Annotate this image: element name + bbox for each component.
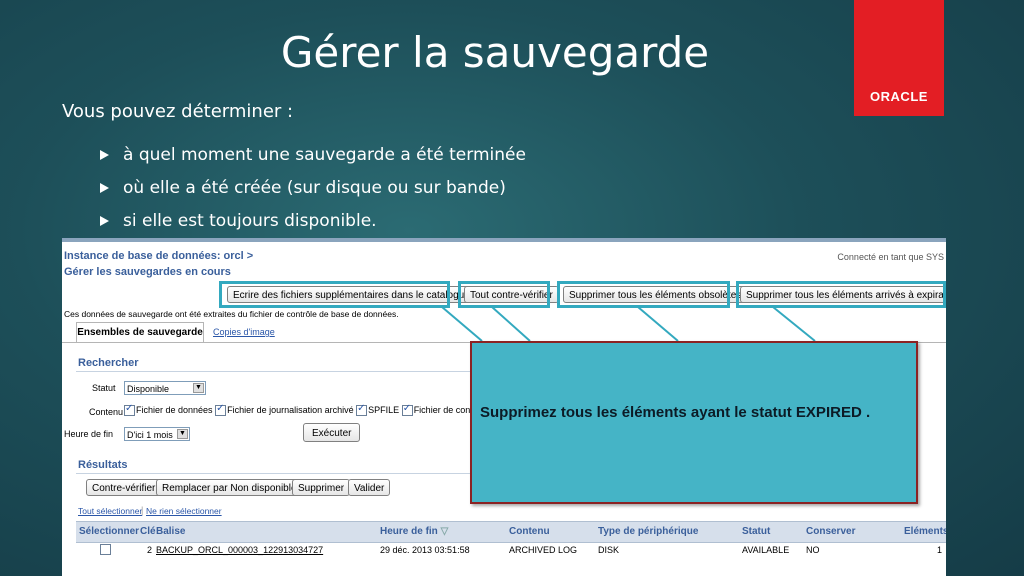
row-key: 2 [147,545,153,555]
sort-desc-icon: ▽ [440,526,449,537]
validate-button[interactable]: Valider [348,479,391,496]
crosscheck-button[interactable]: Contre-vérifier [86,479,162,496]
col-select: Sélectionner [79,526,140,537]
search-heading: Rechercher [78,357,139,369]
bullet-list: à quel moment une sauvegarde a été termi… [100,138,526,237]
col-tag[interactable]: Balise [156,526,185,537]
row-device: DISK [598,545,620,555]
col-status[interactable]: Statut [742,526,770,537]
end-time-select[interactable]: D'ici 1 mois ▼ [124,427,190,441]
bullet-arrow-icon [100,182,109,193]
results-separator [76,473,470,474]
row-keep: NO [806,545,820,555]
callout-box: Supprimez tous les éléments ayant le sta… [470,341,918,504]
col-keep[interactable]: Conserver [806,526,855,537]
row-status: AVAILABLE [742,545,790,555]
bullet-item: à quel moment une sauvegarde a été termi… [100,138,526,171]
connected-user: Connecté en tant que SYS [837,252,944,262]
status-select[interactable]: Disponible ▼ [124,381,206,395]
highlight-write-catalog [219,281,450,308]
callout-text: Supprimez tous les éléments ayant le sta… [480,404,871,421]
col-device-type[interactable]: Type de périphérique [598,526,698,537]
row-checkbox[interactable] [100,544,112,556]
results-heading: Résultats [78,459,128,471]
content-checkboxes: Fichier de données Fichier de journalisa… [124,403,488,417]
row-end-time: 29 déc. 2013 03:51:58 [380,545,470,555]
tab-image-copies[interactable]: Copies d'image [213,327,275,337]
search-separator [76,371,470,372]
link-divider: | [141,505,144,515]
bullet-item: où elle a été créée (sur disque ou sur b… [100,171,526,204]
bullet-item: si elle est toujours disponible. [100,204,526,237]
col-content[interactable]: Contenu [509,526,550,537]
content-label: Contenu [89,407,124,417]
mark-unavailable-button[interactable]: Remplacer par Non disponible [156,479,303,496]
bullet-arrow-icon [100,149,109,160]
checkbox-controlfile[interactable] [401,403,413,417]
execute-button[interactable]: Exécuter [303,423,361,442]
breadcrumb[interactable]: Instance de base de données: orcl > [64,250,253,262]
slide-title: Gérer la sauvegarde [280,28,710,77]
select-none-link[interactable]: Ne rien sélectionner [146,506,222,516]
page-title: Gérer les sauvegardes en cours [64,266,231,278]
delete-button[interactable]: Supprimer [292,479,351,496]
intro-text: Vous pouvez déterminer : [62,101,294,122]
col-end-time[interactable]: Heure de fin ▽ [380,526,448,537]
results-table-header: Sélectionner Clé Balise Heure de fin ▽ C… [76,521,946,543]
checkbox-datafile[interactable] [124,403,135,417]
info-text: Ces données de sauvegarde ont été extrai… [64,309,399,319]
col-pieces[interactable]: Eléments [904,526,946,537]
highlight-delete-expired [736,281,946,308]
row-tag[interactable]: BACKUP_ORCL_000003_122913034727 [156,545,323,555]
highlight-delete-obsolete [557,281,730,308]
window-top-bar [62,238,946,242]
dropdown-arrow-icon: ▼ [193,383,204,393]
checkbox-archivelog[interactable] [215,403,227,417]
bullet-arrow-icon [100,215,109,226]
highlight-crosscheck [458,281,550,308]
col-key: Clé [140,526,156,537]
select-all-link[interactable]: Tout sélectionner [78,506,142,516]
end-time-label: Heure de fin [64,429,114,439]
row-pieces: 1 [937,545,943,555]
row-content: ARCHIVED LOG [509,545,578,555]
checkbox-spfile[interactable] [356,403,368,417]
tab-backup-sets[interactable]: Ensembles de sauvegarde [76,322,204,343]
dropdown-arrow-icon: ▼ [177,429,188,439]
status-label: Statut [92,383,116,393]
